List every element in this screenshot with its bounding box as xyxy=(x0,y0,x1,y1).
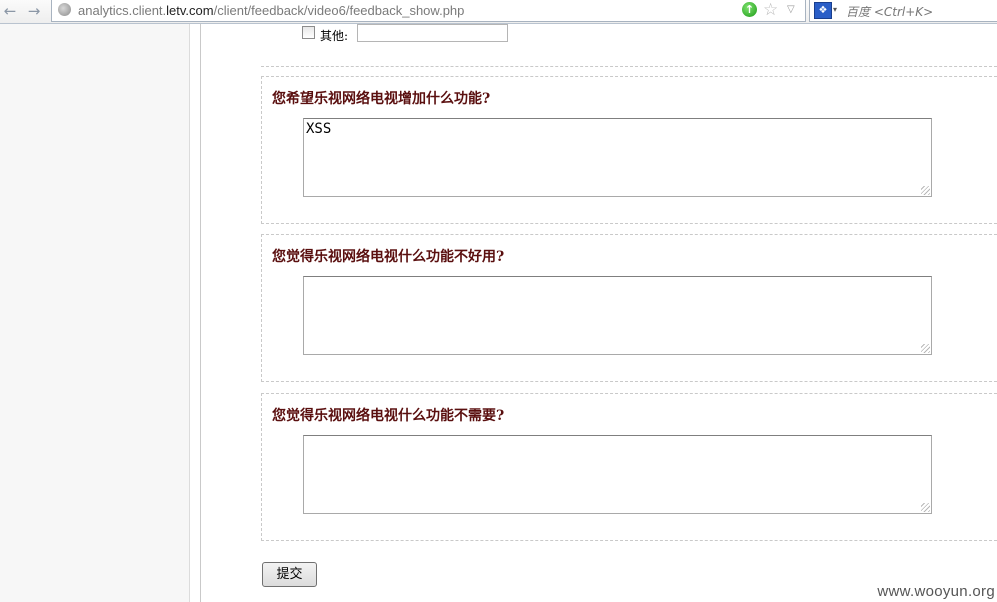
other-label: 其他: xyxy=(320,29,349,43)
question-title: 您希望乐视网络电视增加什么功能? xyxy=(272,91,491,107)
question-section-2: 您觉得乐视网络电视什么功能不好用? xyxy=(261,234,997,382)
divider xyxy=(200,24,201,602)
globe-icon xyxy=(58,3,71,16)
question-title: 您觉得乐视网络电视什么功能不好用? xyxy=(272,249,505,265)
address-bar[interactable]: analytics.client.letv.com/client/feedbac… xyxy=(51,0,806,22)
url-path: /client/feedback/video6/feedback_show.ph… xyxy=(213,3,465,18)
watermark: www.wooyun.org xyxy=(877,583,995,600)
answer-text: XSS xyxy=(306,121,332,137)
other-checkbox[interactable] xyxy=(302,26,315,39)
url-prefix: analytics.client. xyxy=(78,3,167,18)
go-arrow-icon[interactable]: ↑ xyxy=(742,2,757,17)
answer-textarea[interactable]: XSS xyxy=(303,118,932,197)
submit-button[interactable]: 提交 xyxy=(262,562,317,587)
resize-grip-icon[interactable] xyxy=(921,503,930,512)
question-title: 您觉得乐视网络电视什么功能不需要? xyxy=(272,408,505,424)
back-arrow-icon[interactable]: ← xyxy=(2,3,18,19)
baidu-paw-icon[interactable]: ❖ xyxy=(814,2,832,19)
other-input[interactable] xyxy=(357,24,508,42)
search-placeholder: 百度 <Ctrl+K> xyxy=(846,5,934,19)
url-text[interactable]: analytics.client.letv.com/client/feedbac… xyxy=(78,3,464,18)
search-bar[interactable]: ❖ ▾ 百度 <Ctrl+K> xyxy=(809,0,997,22)
section-divider xyxy=(261,66,997,67)
resize-grip-icon[interactable] xyxy=(921,186,930,195)
url-domain: letv.com xyxy=(166,3,214,18)
resize-grip-icon[interactable] xyxy=(921,344,930,353)
left-sidebar xyxy=(0,24,190,602)
answer-textarea[interactable] xyxy=(303,276,932,355)
question-section-1: 您希望乐视网络电视增加什么功能? XSS xyxy=(261,76,997,224)
search-engine-dropdown-icon[interactable]: ▾ xyxy=(833,3,837,17)
question-section-3: 您觉得乐视网络电视什么功能不需要? xyxy=(261,393,997,541)
forward-arrow-icon[interactable]: → xyxy=(26,3,42,19)
history-dropdown-icon[interactable]: ▽ xyxy=(787,2,795,18)
browser-toolbar: ← → analytics.client.letv.com/client/fee… xyxy=(0,0,997,24)
answer-textarea[interactable] xyxy=(303,435,932,514)
bookmark-star-icon[interactable]: ☆ xyxy=(763,0,778,20)
